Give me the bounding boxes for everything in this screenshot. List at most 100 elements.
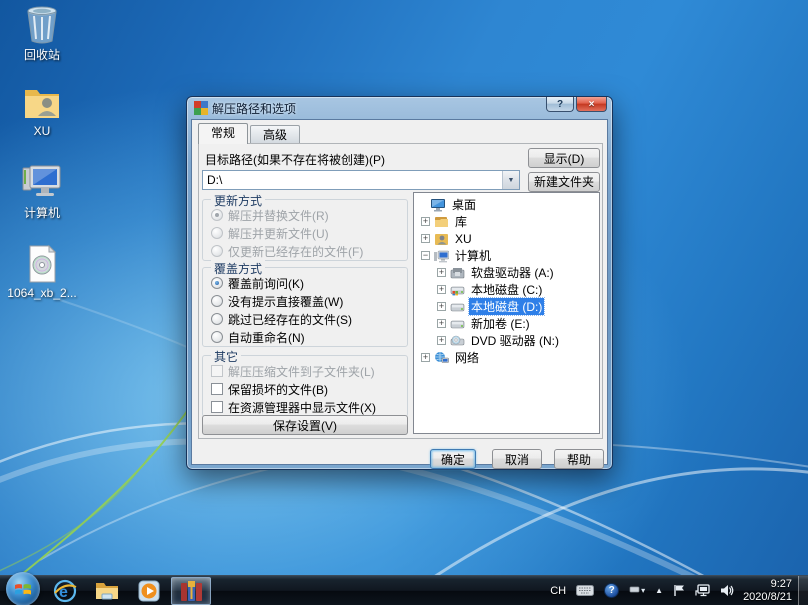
radio-overwrite-without-prompt[interactable]: 没有提示直接覆盖(W)	[211, 293, 343, 309]
network-icon	[434, 351, 449, 365]
general-tab-page: 目标路径(如果不存在将被创建)(P) 显示(D) D:\ ▼ 新建文件夹(E) …	[198, 143, 603, 439]
radio-icon	[211, 295, 223, 307]
tree-item-volume-e[interactable]: + 新加卷 (E:)	[414, 315, 599, 332]
tree-item-xu[interactable]: + XU	[414, 230, 599, 247]
network-icon[interactable]	[695, 584, 710, 597]
target-path-value: D:\	[207, 173, 223, 187]
start-button[interactable]	[6, 571, 40, 605]
tray-date: 2020/8/21	[743, 590, 792, 603]
radio-icon	[211, 277, 223, 289]
action-center-flag-icon[interactable]	[673, 584, 685, 597]
window-help-button[interactable]: ?	[546, 97, 574, 112]
radio-auto-rename[interactable]: 自动重命名(N)	[211, 329, 305, 345]
tree-item-dvd-n[interactable]: + DVD 驱动器 (N:)	[414, 332, 599, 349]
cancel-button[interactable]: 取消	[492, 449, 542, 469]
expand-icon[interactable]: +	[421, 353, 430, 362]
expand-icon[interactable]: +	[437, 302, 446, 311]
tab-advanced[interactable]: 高级	[250, 125, 301, 144]
desktop-icon-label: 1064_xb_2...	[7, 286, 77, 300]
taskbar-ie-button[interactable]: e	[45, 577, 85, 605]
radio-extract-replace[interactable]: 解压并替换文件(R)	[211, 207, 329, 223]
show-hidden-icons-button[interactable]: ▲	[655, 586, 663, 595]
desktop-icon	[431, 198, 446, 212]
tree-item-libraries[interactable]: + 库	[414, 213, 599, 230]
radio-skip-existing[interactable]: 跳过已经存在的文件(S)	[211, 311, 352, 327]
expand-icon[interactable]: +	[437, 268, 446, 277]
winrar-books-icon	[181, 580, 202, 601]
window-close-button[interactable]: ×	[576, 97, 607, 112]
other-group: 其它 解压压缩文件到子文件夹(L) 保留损坏的文件(B) 在资源管理器中显示文件…	[202, 348, 408, 417]
tree-item-disk-c[interactable]: + 本地磁盘 (C:)	[414, 281, 599, 298]
winrar-icon	[194, 101, 208, 115]
checkbox-keep-broken-files[interactable]: 保留损坏的文件(B)	[211, 381, 328, 397]
tree-item-computer[interactable]: − 计算机	[414, 247, 599, 264]
destination-folder-tree[interactable]: 桌面 + 库 + XU − 计算机 + 软盘驱动器 (A:) + 本地磁盘 (C…	[413, 192, 600, 434]
taskbar-media-player-button[interactable]	[129, 577, 169, 605]
user-folder-icon	[21, 82, 63, 122]
libraries-icon	[434, 215, 449, 229]
floppy-drive-icon	[450, 266, 465, 280]
checkbox-icon	[211, 383, 223, 395]
dialog-client-area: 常规 高级 目标路径(如果不存在将被创建)(P) 显示(D) D:\ ▼ 新建文…	[191, 119, 608, 469]
tree-item-disk-d[interactable]: + 本地磁盘 (D:)	[414, 297, 599, 316]
new-folder-button[interactable]: 新建文件夹(E)	[528, 172, 600, 204]
internet-explorer-icon: e	[53, 579, 77, 602]
show-desktop-button[interactable]	[798, 575, 808, 605]
help-button[interactable]: 帮助	[554, 449, 604, 469]
expand-icon[interactable]: +	[421, 234, 430, 243]
input-help-badge-icon[interactable]: ?	[604, 583, 620, 598]
tree-item-floppy-a[interactable]: + 软盘驱动器 (A:)	[414, 264, 599, 281]
expand-icon[interactable]: +	[437, 285, 446, 294]
keyboard-icon[interactable]	[576, 585, 595, 596]
desktop-icon-disc-file[interactable]: 1064_xb_2...	[6, 244, 78, 300]
checkbox-show-in-explorer[interactable]: 在资源管理器中显示文件(X)	[211, 399, 376, 415]
expand-icon[interactable]: +	[421, 217, 430, 226]
system-tray: CH ? ▾ ▲ 9:27 2020/8/21	[545, 575, 808, 605]
ok-button[interactable]: 确定	[430, 449, 476, 469]
radio-fresh-only[interactable]: 仅更新已经存在的文件(F)	[211, 243, 363, 259]
target-path-label: 目标路径(如果不存在将被创建)(P)	[205, 153, 385, 167]
radio-ask-before-overwrite[interactable]: 覆盖前询问(K)	[211, 275, 304, 291]
expand-icon[interactable]: +	[437, 336, 446, 345]
tree-item-network[interactable]: + 网络	[414, 349, 599, 366]
taskbar-explorer-button[interactable]	[87, 577, 127, 605]
radio-extract-update[interactable]: 解压并更新文件(U)	[211, 225, 329, 241]
desktop-icon-xu[interactable]: XU	[6, 82, 78, 138]
radio-icon	[211, 227, 223, 239]
computer-icon	[21, 162, 63, 202]
expand-icon[interactable]: +	[437, 319, 446, 328]
taskbar-winrar-button[interactable]	[171, 576, 211, 605]
media-player-icon	[138, 580, 160, 601]
computer-icon	[434, 249, 450, 263]
language-indicator[interactable]: CH	[550, 585, 566, 597]
desktop-icon-label: 计算机	[23, 206, 60, 220]
tab-general[interactable]: 常规	[198, 123, 249, 144]
dvd-drive-icon	[450, 334, 465, 348]
desktop-icon-recycle-bin[interactable]: 回收站	[6, 4, 78, 63]
checkbox-icon	[211, 365, 223, 377]
local-drive-icon	[450, 317, 465, 331]
desktop: 回收站 XU 计算机 1064_xb_2... 解压路径和选项 ? × 常规 高…	[0, 0, 808, 605]
checkbox-icon	[211, 401, 223, 413]
system-drive-icon	[450, 283, 465, 297]
taskbar: e CH ? ▾ ▲ 9:27 2020/8/21	[0, 571, 808, 605]
display-button[interactable]: 显示(D)	[528, 148, 600, 168]
windows-logo-icon	[15, 583, 31, 594]
local-drive-icon	[450, 300, 465, 314]
dialog-titlebar[interactable]: 解压路径和选项 ? ×	[187, 97, 612, 119]
combo-dropdown-arrow-icon[interactable]: ▼	[502, 171, 519, 189]
radio-icon	[211, 209, 223, 221]
tree-item-desktop[interactable]: 桌面	[414, 196, 599, 213]
volume-icon[interactable]	[720, 584, 734, 597]
radio-icon	[211, 245, 223, 257]
extraction-options-dialog: 解压路径和选项 ? × 常规 高级 目标路径(如果不存在将被创建)(P) 显示(…	[186, 96, 613, 470]
desktop-icon-computer[interactable]: 计算机	[6, 162, 78, 221]
disc-image-file-icon	[21, 244, 63, 284]
expand-icon[interactable]: −	[421, 251, 430, 260]
tray-time: 9:27	[770, 577, 792, 590]
target-path-combobox[interactable]: D:\ ▼	[202, 170, 520, 190]
save-settings-button[interactable]: 保存设置(V)	[202, 415, 408, 435]
tray-clock[interactable]: 9:27 2020/8/21	[743, 578, 792, 604]
checkbox-extract-to-subfolder[interactable]: 解压压缩文件到子文件夹(L)	[211, 363, 375, 379]
tray-app-icon[interactable]: ▾	[629, 586, 645, 595]
